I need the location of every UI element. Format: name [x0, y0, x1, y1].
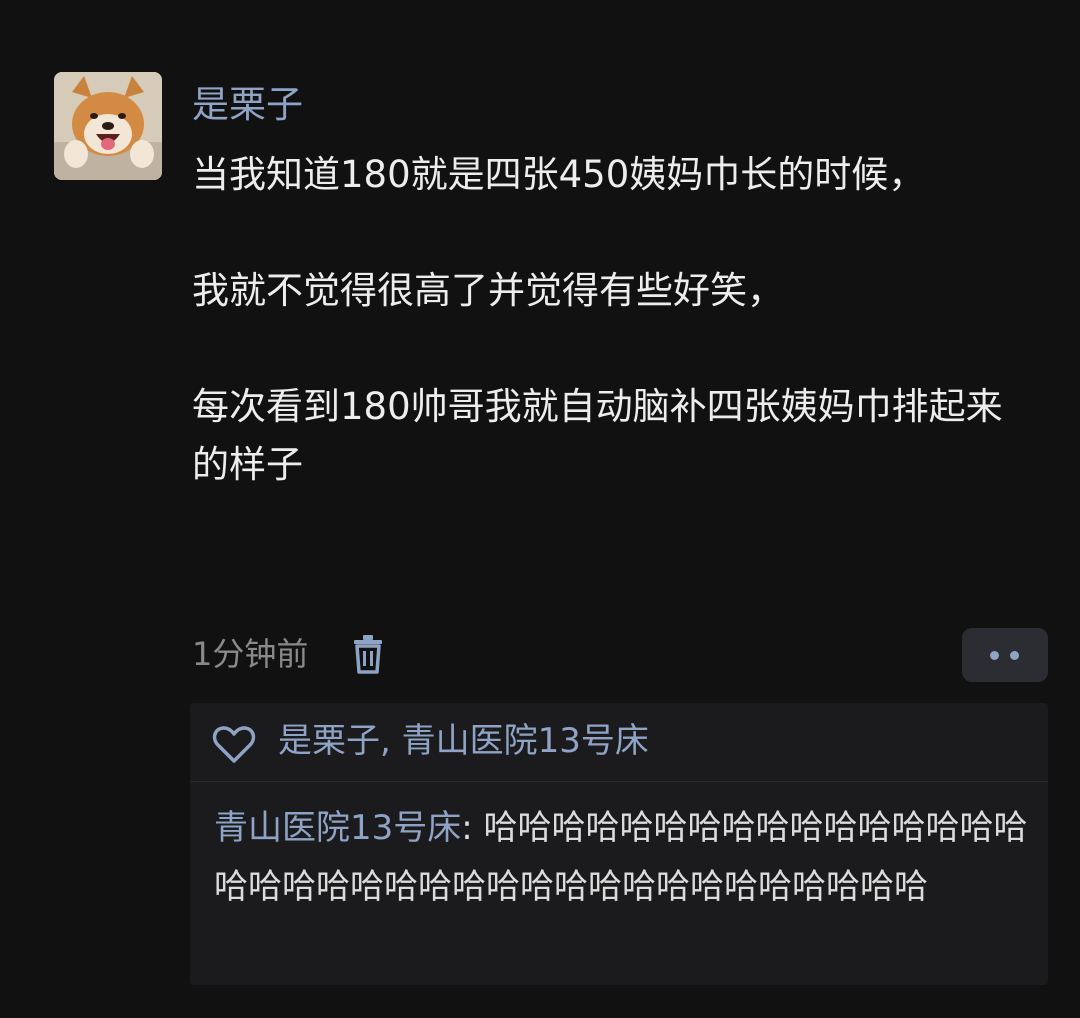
- trash-icon[interactable]: [352, 634, 384, 674]
- more-button[interactable]: [962, 628, 1048, 682]
- comment-item[interactable]: 青山医院13号床: 哈哈哈哈哈哈哈哈哈哈哈哈哈哈哈哈哈哈哈哈哈哈哈哈哈哈哈哈哈哈…: [214, 799, 1034, 917]
- heart-icon[interactable]: [212, 725, 256, 765]
- post-text: 当我知道180就是四张450姨妈巾长的时候， 我就不觉得很高了并觉得有些好笑， …: [192, 153, 1003, 486]
- avatar[interactable]: [54, 72, 162, 180]
- likes-row: 是栗子, 青山医院13号床: [190, 703, 1048, 782]
- more-dots-icon: [1010, 651, 1019, 660]
- shiba-dog-avatar-icon: [54, 72, 162, 180]
- likers-list[interactable]: 是栗子, 青山医院13号床: [278, 717, 649, 765]
- post-username[interactable]: 是栗子: [192, 74, 1048, 136]
- likes-comments-panel: 是栗子, 青山医院13号床 青山医院13号床: 哈哈哈哈哈哈哈哈哈哈哈哈哈哈哈哈…: [190, 703, 1048, 985]
- comment-separator: :: [461, 808, 484, 848]
- more-dots-icon: [990, 651, 999, 660]
- comment-author[interactable]: 青山医院13号床: [214, 808, 461, 848]
- post-timestamp: 1分钟前: [192, 635, 309, 673]
- post-meta-row: 1分钟前: [192, 628, 1048, 682]
